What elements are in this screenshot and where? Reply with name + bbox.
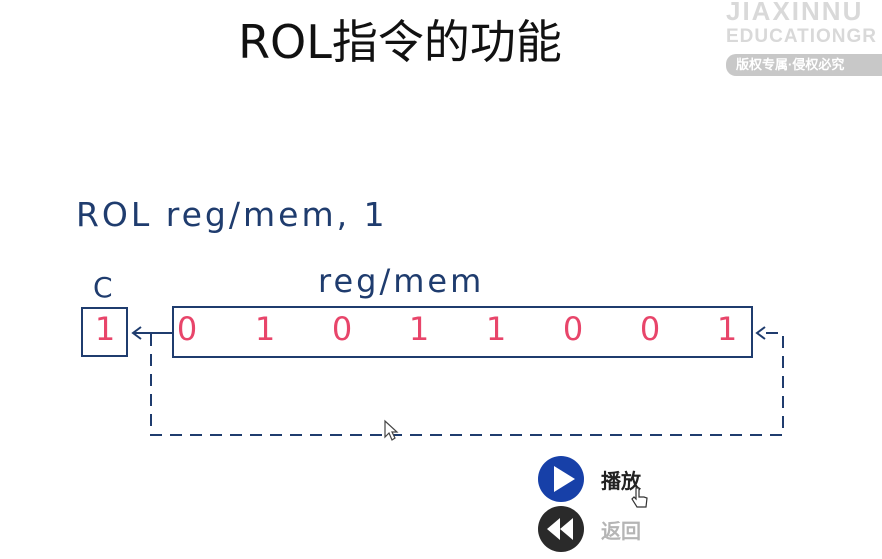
rotate-loop-line <box>150 332 784 436</box>
rotation-arrows <box>131 326 784 441</box>
play-button[interactable]: 播放 <box>537 455 641 503</box>
lsb-arrow-head <box>755 326 766 340</box>
back-label: 返回 <box>601 518 641 543</box>
back-button[interactable]: 返回 <box>537 505 641 553</box>
rewind-icon <box>538 506 584 552</box>
cursor-icon <box>384 419 399 441</box>
play-icon <box>538 456 584 502</box>
